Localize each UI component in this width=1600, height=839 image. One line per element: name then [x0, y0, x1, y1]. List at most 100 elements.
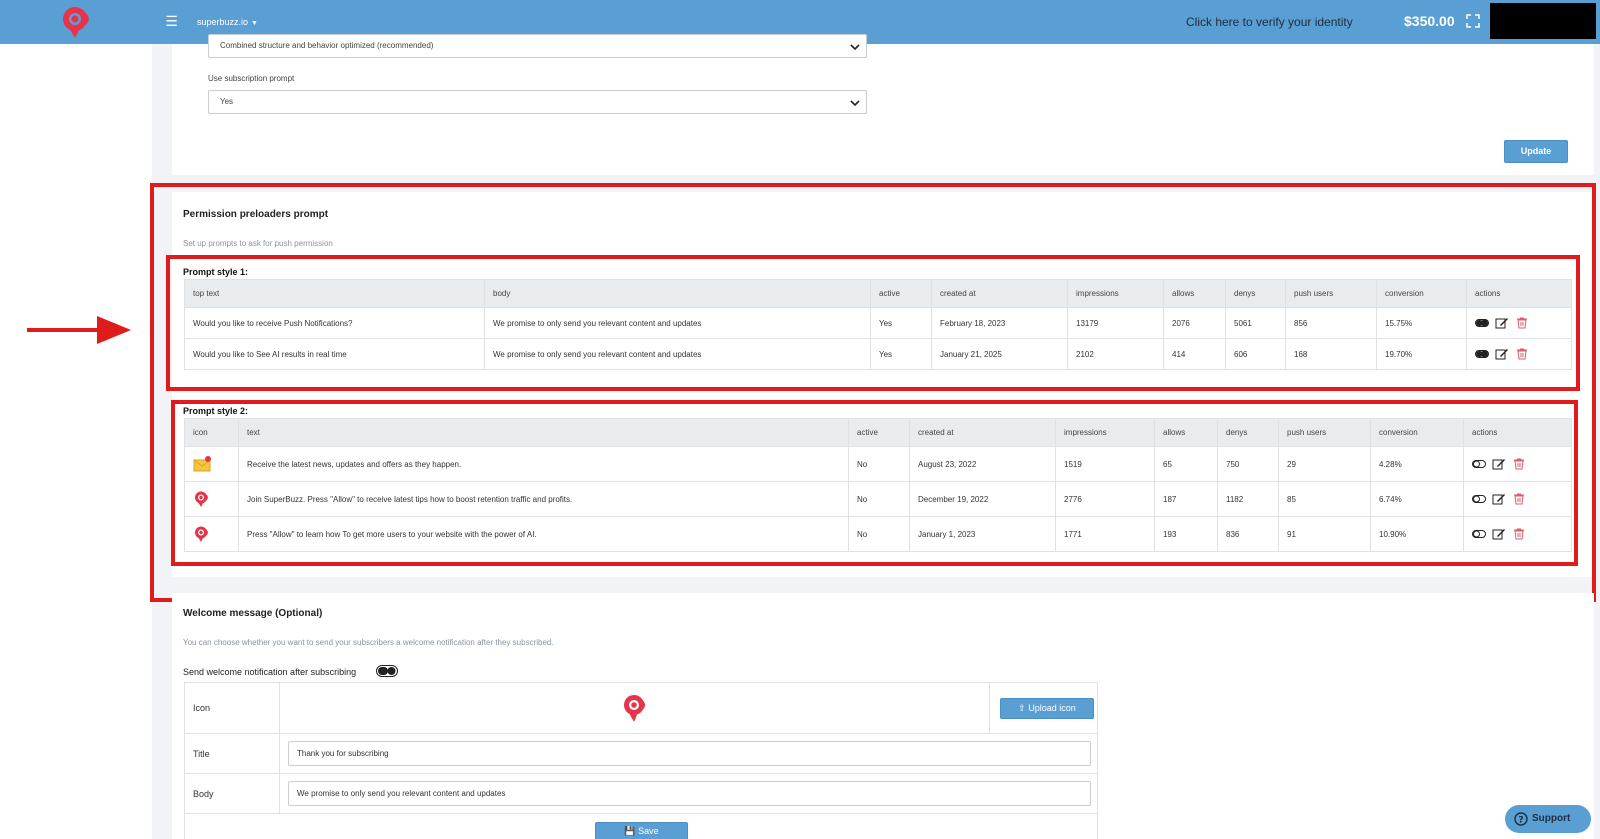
denys-cell: 750	[1217, 446, 1279, 482]
body-input[interactable]: We promise to only send you relevant con…	[288, 781, 1091, 806]
text-cell: Press "Allow" to learn how To get more u…	[238, 516, 849, 552]
column-header: icon	[184, 418, 239, 447]
save-button-label: Save	[638, 826, 659, 836]
table-row: Join SuperBuzz. Press "Allow" to receive…	[184, 481, 1572, 517]
icon-label: Icon	[184, 682, 280, 734]
column-header: created at	[909, 418, 1056, 447]
toggle-on-icon[interactable]	[1475, 317, 1489, 329]
column-header: push users	[1285, 279, 1377, 308]
impressions-cell: 1771	[1055, 516, 1155, 552]
impressions-cell: 2102	[1067, 338, 1164, 370]
subscription-prompt-value: Yes	[220, 97, 234, 106]
trash-icon[interactable]	[1515, 348, 1529, 360]
actions-cell	[1463, 446, 1572, 482]
optimization-select[interactable]: Combined structure and behavior optimize…	[208, 34, 867, 58]
title-input-cell: Thank you for subscribing	[279, 733, 1098, 774]
edit-icon[interactable]	[1492, 493, 1506, 505]
superbuzz-logo-icon	[195, 526, 208, 542]
menu-icon[interactable]: ☰	[163, 13, 180, 30]
column-header: active	[870, 279, 932, 308]
upload-cell: ⇧ Upload icon	[989, 682, 1098, 734]
column-header: denys	[1225, 279, 1286, 308]
toggle-off-icon[interactable]	[1472, 493, 1486, 505]
chevron-down-icon: ▼	[251, 20, 258, 27]
edit-icon[interactable]	[1492, 458, 1506, 470]
text-cell: Join SuperBuzz. Press "Allow" to receive…	[238, 481, 849, 517]
permission-title: Permission preloaders prompt	[183, 209, 329, 220]
prompt-style-1-label: Prompt style 1:	[183, 267, 249, 277]
save-icon: 💾	[624, 826, 639, 836]
actions-cell	[1466, 338, 1572, 370]
support-button[interactable]: ? Support	[1505, 805, 1591, 833]
prompt-style-2-label: Prompt style 2:	[183, 406, 249, 416]
upload-icon: ⇧	[1018, 702, 1029, 713]
created-at-cell: December 19, 2022	[909, 481, 1056, 517]
actions-cell	[1466, 307, 1572, 339]
table-header-row: top text body active created at impressi…	[184, 279, 1572, 308]
prompt-style-2-table: icon text active created at impressions …	[184, 418, 1572, 552]
verify-identity-link[interactable]: Click here to verify your identity	[1186, 14, 1353, 30]
optimization-select-value: Combined structure and behavior optimize…	[220, 41, 434, 50]
conversion-cell: 6.74%	[1370, 481, 1464, 517]
column-header: created at	[931, 279, 1068, 308]
active-cell: No	[848, 516, 910, 552]
svg-text:?: ?	[1518, 816, 1523, 826]
body-row: Body We promise to only send you relevan…	[184, 773, 1098, 814]
denys-cell: 606	[1225, 338, 1286, 370]
prompt-style-1-table: top text body active created at impressi…	[184, 279, 1572, 370]
conversion-cell: 4.28%	[1370, 446, 1464, 482]
welcome-toggle-switch[interactable]	[376, 665, 398, 677]
column-header: allows	[1154, 418, 1218, 447]
push-users-cell: 29	[1278, 446, 1371, 482]
push-users-cell: 168	[1285, 338, 1377, 370]
chevron-down-icon	[850, 100, 860, 107]
push-users-cell: 91	[1278, 516, 1371, 552]
superbuzz-logo[interactable]	[59, 4, 95, 40]
update-button[interactable]: Update	[1504, 140, 1568, 163]
title-input[interactable]: Thank you for subscribing	[288, 741, 1091, 766]
column-header: conversion	[1376, 279, 1467, 308]
title-label: Title	[184, 733, 280, 774]
upload-button-label: Upload icon	[1028, 702, 1076, 713]
upload-icon-button[interactable]: ⇧ Upload icon	[1000, 697, 1094, 719]
table-header-row: icon text active created at impressions …	[184, 418, 1572, 447]
body-label: Body	[184, 773, 280, 814]
site-selector[interactable]: superbuzz.io ▼	[197, 15, 258, 29]
trash-icon[interactable]	[1512, 493, 1526, 505]
trash-icon[interactable]	[1512, 458, 1526, 470]
site-name: superbuzz.io	[197, 17, 249, 27]
title-row: Title Thank you for subscribing	[184, 733, 1098, 774]
table-row: Press "Allow" to learn how To get more u…	[184, 516, 1572, 552]
welcome-toggle-label: Send welcome notification after subscrib…	[183, 667, 357, 677]
created-at-cell: January 21, 2025	[931, 338, 1068, 370]
toggle-off-icon[interactable]	[1472, 528, 1486, 540]
edit-icon[interactable]	[1495, 348, 1509, 360]
toggle-off-icon[interactable]	[1472, 458, 1486, 470]
edit-icon[interactable]	[1492, 528, 1506, 540]
trash-icon[interactable]	[1512, 528, 1526, 540]
body-input-cell: We promise to only send you relevant con…	[279, 773, 1098, 814]
impressions-cell: 13179	[1067, 307, 1164, 339]
allows-cell: 414	[1163, 338, 1226, 370]
user-menu-redacted[interactable]	[1490, 3, 1596, 39]
superbuzz-logo-icon	[623, 695, 645, 722]
column-header: conversion	[1370, 418, 1464, 447]
column-header: push users	[1278, 418, 1371, 447]
edit-icon[interactable]	[1495, 317, 1509, 329]
account-balance: $350.00	[1404, 13, 1455, 29]
subscription-prompt-select[interactable]: Yes	[208, 90, 867, 114]
subscription-prompt-label: Use subscription prompt	[208, 74, 295, 83]
push-users-cell: 85	[1278, 481, 1371, 517]
impressions-cell: 1519	[1055, 446, 1155, 482]
allows-cell: 65	[1154, 446, 1218, 482]
save-button[interactable]: 💾 Save	[595, 822, 688, 839]
allows-cell: 2076	[1163, 307, 1226, 339]
top-text-cell: Would you like to See AI results in real…	[184, 338, 485, 370]
fullscreen-icon[interactable]	[1466, 14, 1480, 28]
column-header: body	[484, 279, 871, 308]
column-header: actions	[1463, 418, 1572, 447]
trash-icon[interactable]	[1515, 317, 1529, 329]
column-header: impressions	[1067, 279, 1164, 308]
superbuzz-logo-icon	[195, 491, 208, 507]
toggle-on-icon[interactable]	[1475, 348, 1489, 360]
